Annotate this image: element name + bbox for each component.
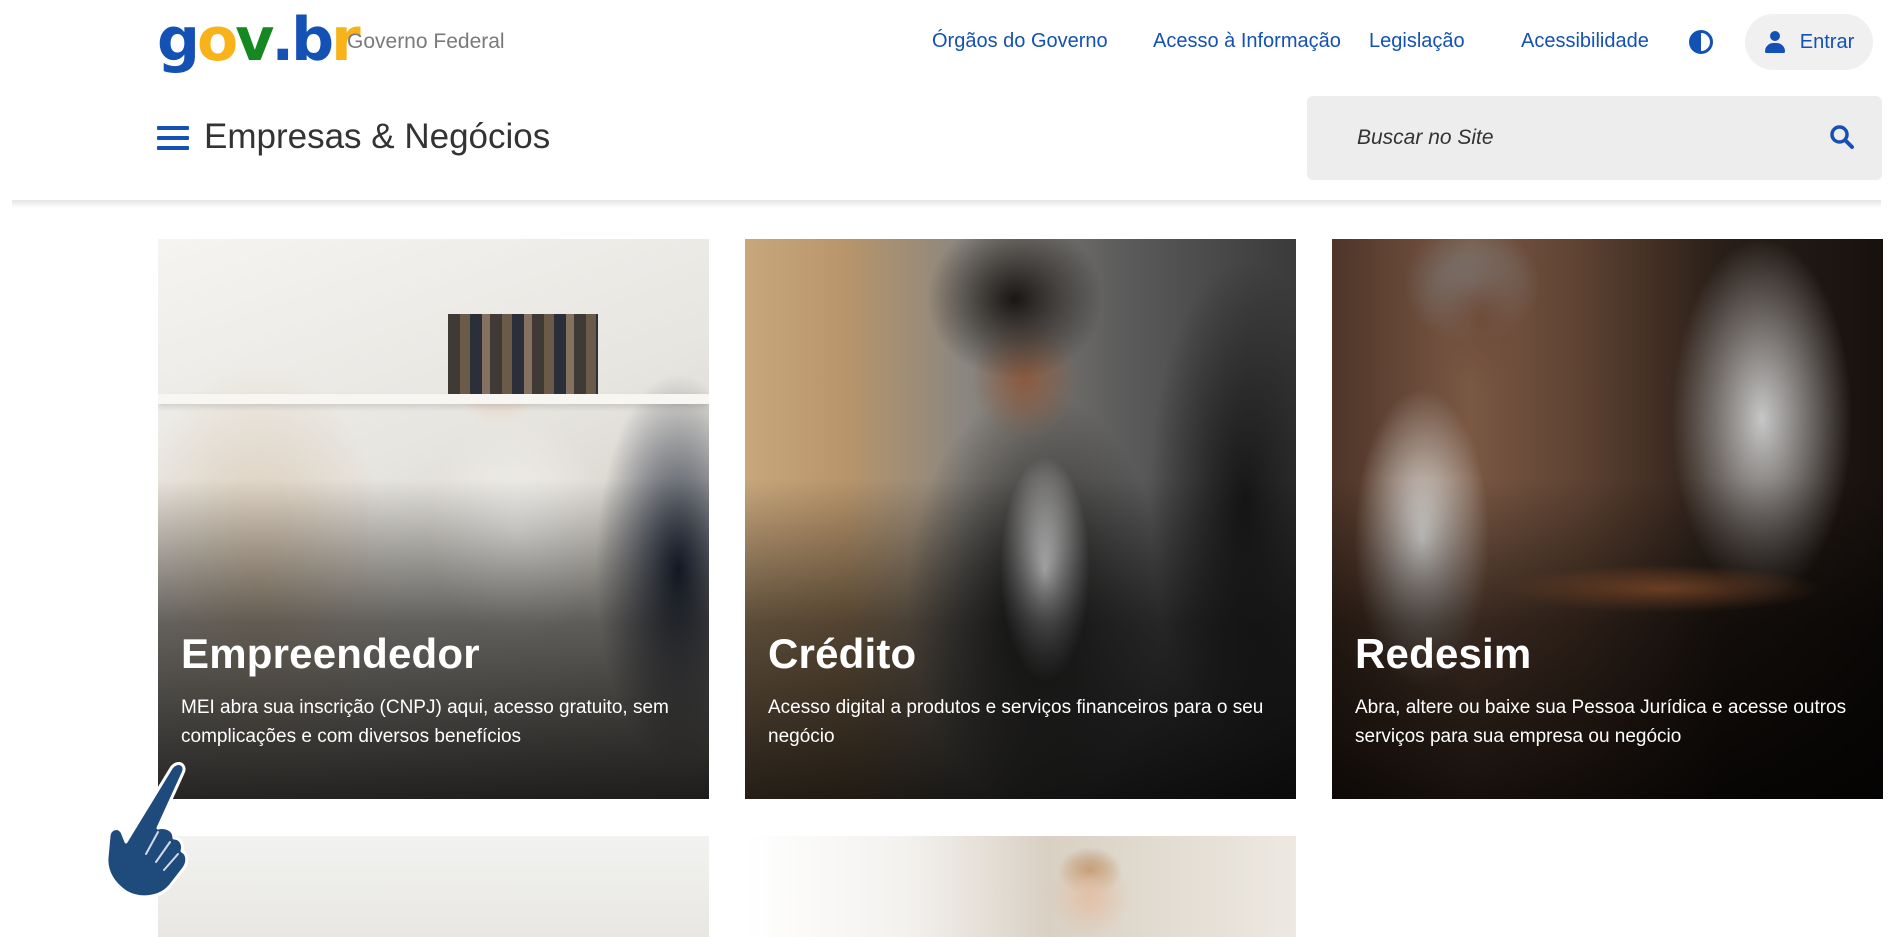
site-title: Empresas & Negócios <box>204 117 551 156</box>
link-acessibilidade[interactable]: Acessibilidade <box>1521 30 1649 53</box>
card-description: Acesso digital a produtos e serviços fin… <box>768 697 1264 747</box>
govbr-logo[interactable]: gov.br <box>157 10 361 78</box>
card-title: Redesim <box>1355 630 1532 677</box>
link-legislacao[interactable]: Legislação <box>1369 30 1465 53</box>
link-acesso-a-informacao[interactable]: Acesso à Informação <box>1153 30 1341 53</box>
site-header: gov.br Governo Federal Órgãos do Governo… <box>0 0 1893 205</box>
card-credito[interactable]: Crédito Acesso digital a produtos e serv… <box>745 239 1296 799</box>
login-button[interactable]: Entrar <box>1745 14 1873 70</box>
card-redesim[interactable]: Redesim Abra, altere ou baixe sua Pessoa… <box>1332 239 1883 799</box>
pointing-hand-icon <box>105 762 189 899</box>
search-input[interactable] <box>1357 118 1797 158</box>
card-partial-2[interactable] <box>745 836 1296 937</box>
search-icon[interactable] <box>1829 124 1855 150</box>
hamburger-menu-icon[interactable] <box>157 126 189 150</box>
card-description: MEI abra sua inscrição (CNPJ) aqui, aces… <box>181 697 669 747</box>
governo-federal-label: Governo Federal <box>347 30 505 53</box>
card-description: Abra, altere ou baixe sua Pessoa Jurídic… <box>1355 697 1847 747</box>
contrast-icon[interactable] <box>1689 30 1713 54</box>
card-title: Empreendedor <box>181 630 480 677</box>
card-partial-1[interactable] <box>158 836 709 937</box>
user-icon <box>1764 31 1786 53</box>
card-empreendedor[interactable]: Empreendedor MEI abra sua inscrição (CNP… <box>158 239 709 799</box>
card-title: Crédito <box>768 630 917 677</box>
header-divider <box>12 200 1881 208</box>
card-image <box>158 836 709 937</box>
card-image <box>745 836 1296 937</box>
link-orgaos-do-governo[interactable]: Órgãos do Governo <box>932 30 1108 53</box>
search-box <box>1307 96 1882 180</box>
login-label: Entrar <box>1799 30 1855 53</box>
